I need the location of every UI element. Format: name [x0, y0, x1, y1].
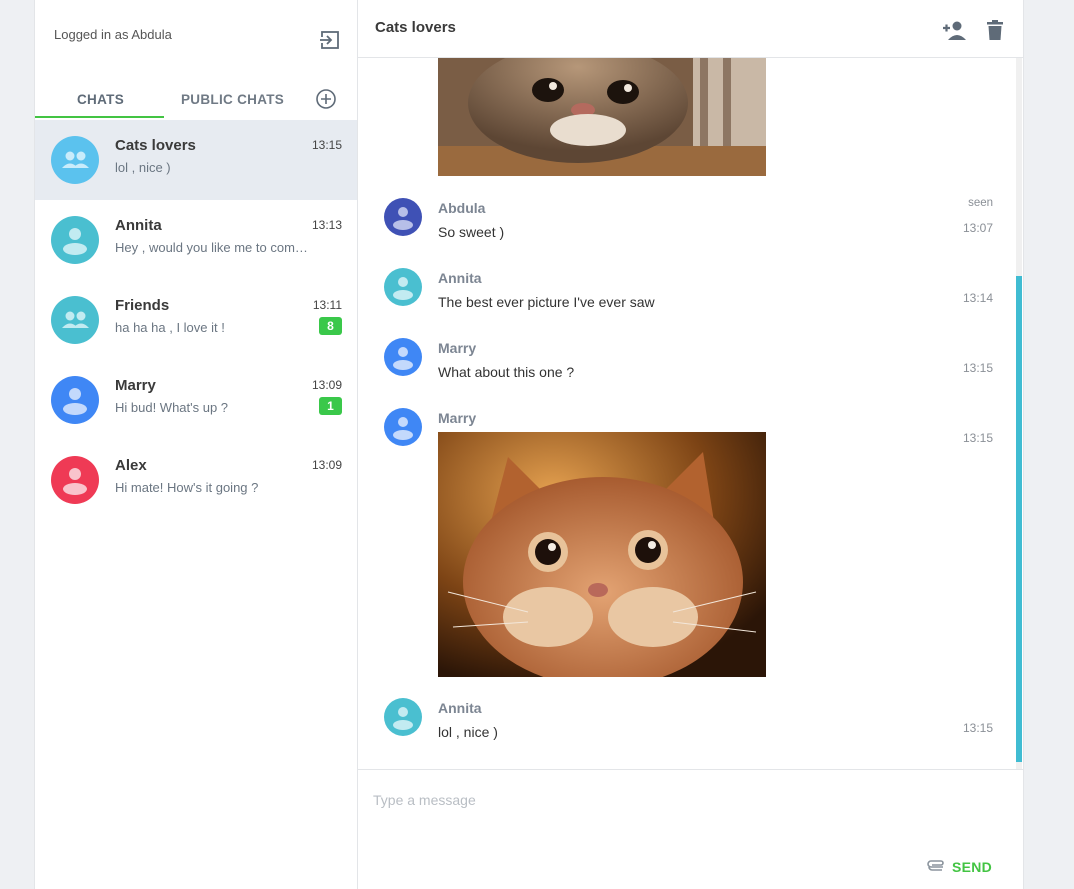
message-time: 13:15 [962, 721, 993, 735]
avatar [51, 376, 99, 424]
avatar [51, 456, 99, 504]
message-author: Marry [438, 410, 477, 426]
chat-name: Annita [115, 217, 162, 234]
person-icon [393, 707, 413, 730]
person-icon [63, 388, 87, 415]
chat-name: Marry [115, 377, 156, 394]
sidebar: Logged in as Abdula CHATS PUBLIC CHATS C… [34, 0, 358, 889]
chat-time: 13:11 [312, 298, 342, 312]
user-bar: Logged in as Abdula [35, 0, 357, 78]
chat-time: 13:09 [311, 378, 342, 392]
person-icon [393, 277, 413, 300]
avatar [384, 408, 422, 446]
chat-name: Alex [115, 457, 147, 474]
person-icon [63, 468, 87, 495]
unread-badge: 8 [319, 317, 342, 335]
message-item: Marry 13:15 [358, 408, 1008, 678]
message-input[interactable] [373, 788, 1003, 812]
message-item: Marry What about this one ? 13:15 [358, 338, 1008, 388]
avatar [51, 216, 99, 264]
message-text: What about this one ? [438, 364, 575, 380]
message-text: lol , nice ) [438, 724, 498, 740]
chat-name: Friends [115, 297, 170, 314]
chat-preview: ha ha ha , I love it ! [115, 320, 225, 335]
chat-preview: Hi bud! What's up ? [115, 400, 229, 415]
message-list: Abdula So sweet ) seen 13:07 Annita The … [358, 58, 1024, 769]
tab-public-chats[interactable]: PUBLIC CHATS [181, 92, 284, 107]
unread-badge: 1 [319, 397, 342, 415]
message-item: Annita lol , nice ) 13:15 [358, 698, 1008, 748]
chat-item-marry[interactable]: Marry 13:09 Hi bud! What's up ? 1 [35, 360, 357, 440]
cat-photo-image[interactable] [438, 58, 766, 176]
message-text: So sweet ) [438, 224, 505, 240]
avatar [384, 198, 422, 236]
chat-title: Cats lovers [375, 19, 456, 36]
send-label: SEND [952, 859, 993, 875]
active-tab-indicator [35, 116, 164, 118]
avatar [51, 296, 99, 344]
person-icon [393, 417, 413, 440]
message-item: Annita The best ever picture I've ever s… [358, 268, 1008, 318]
cat-photo-image[interactable] [438, 432, 766, 677]
chat-time: 13:13 [311, 218, 342, 232]
avatar [384, 698, 422, 736]
send-button[interactable]: SEND [926, 856, 992, 878]
chat-preview: Hi mate! How's it going ? [115, 480, 259, 495]
tab-chats[interactable]: CHATS [77, 92, 124, 107]
chat-name: Cats lovers [115, 137, 196, 154]
chat-header: Cats lovers [358, 0, 1023, 58]
person-icon [63, 228, 87, 255]
message-status: seen [968, 197, 993, 209]
paperclip-icon [927, 860, 944, 871]
message-text: The best ever picture I've ever saw [438, 294, 655, 310]
add-chat-icon[interactable] [315, 88, 337, 110]
chat-item-annita[interactable]: Annita 13:13 Hey , would you like me to … [35, 200, 357, 280]
chat-item-cats-lovers[interactable]: Cats lovers 13:15 lol , nice ) [35, 120, 357, 200]
chat-preview: Hey , would you like me to come to your … [115, 240, 315, 255]
chat-list: Cats lovers 13:15 lol , nice ) Annita 13… [35, 120, 357, 520]
message-composer: SEND [358, 769, 1024, 889]
message-time: 13:14 [962, 291, 993, 305]
scrollbar-thumb[interactable] [1016, 276, 1022, 762]
group-icon [62, 311, 89, 328]
chat-time: 13:09 [311, 458, 342, 472]
message-time: 13:15 [962, 431, 993, 445]
logged-in-label: Logged in as Abdula [54, 27, 172, 42]
message-author: Annita [438, 700, 482, 716]
message-time: 13:07 [962, 221, 993, 235]
message-author: Marry [438, 340, 477, 356]
message-author: Annita [438, 270, 482, 286]
chat-tabs: CHATS PUBLIC CHATS [35, 78, 357, 120]
group-icon [62, 151, 89, 168]
avatar [384, 268, 422, 306]
avatar [51, 136, 99, 184]
message-author: Abdula [438, 200, 486, 216]
message-item: Abdula So sweet ) seen 13:07 [358, 197, 1008, 248]
chat-time: 13:15 [311, 138, 342, 152]
person-icon [393, 207, 413, 230]
chat-preview: lol , nice ) [115, 160, 171, 175]
message-time: 13:15 [962, 361, 993, 375]
logout-icon[interactable] [319, 29, 341, 51]
add-user-icon[interactable] [940, 19, 966, 41]
trash-icon[interactable] [985, 19, 1005, 41]
chat-item-friends[interactable]: Friends 13:11 ha ha ha , I love it ! 8 [35, 280, 357, 360]
avatar [384, 338, 422, 376]
person-icon [393, 347, 413, 370]
chat-item-alex[interactable]: Alex 13:09 Hi mate! How's it going ? [35, 440, 357, 520]
chat-panel: Cats lovers Abdula So sweet) seen 13:07… [358, 0, 1024, 889]
